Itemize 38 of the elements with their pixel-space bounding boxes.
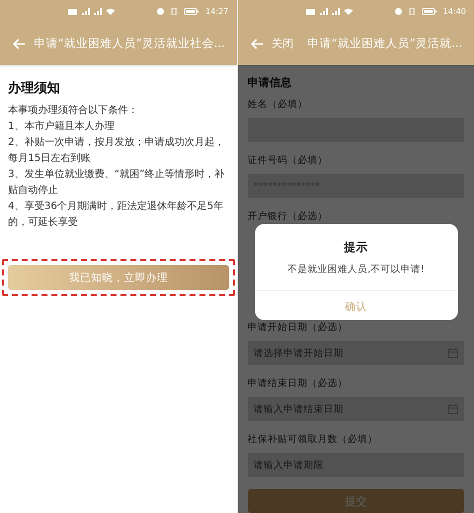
notice-text: 本事项办理须符合以下条件： [8,104,139,118]
wifi-icon [344,8,352,14]
field-label: 姓名（必填） [248,98,308,112]
notice-heading: 办理须知 [8,80,61,97]
field-label: 开户银行（必选） [248,210,328,224]
input-field[interactable]: 请选择申请开始日期 [248,341,464,365]
field-label: 申请结束日期（必选） [248,377,348,391]
confirm-button[interactable]: 我已知晓，立即办理 [8,265,228,290]
field-label: 申请开始日期（必选） [248,321,348,335]
page-title: 申请“就业困难人员”灵活就业社会... [34,36,225,51]
field-label: 证件号码（必填） [248,154,328,168]
status-time: 14:40 [442,6,466,16]
page-title: 申请“就业困难人员”灵活就... [308,36,462,51]
field-value: ************** [254,180,320,192]
field-placeholder: 请输入申请结束日期 [254,402,344,416]
notice-text: 1、本市户籍且本人办理 [8,120,116,134]
field-placeholder: 请输入申请期限 [254,458,324,472]
notice-text: 3、发生单位就业缴费、“就困”终止等情形时，补贴自动停止 [8,168,226,198]
wifi-icon [106,8,115,14]
dialog-title: 提示 [344,240,368,255]
notice-text: 4、享受36个月期满时，距法定退休年龄不足5年的，可延长享受 [8,200,224,230]
input-field[interactable]: 请输入申请结束日期 [248,397,464,421]
back-icon [250,38,264,50]
status-time: 14:27 [205,6,228,16]
calendar-icon [448,404,458,414]
input-field[interactable]: ************** [248,174,464,198]
calendar-icon [448,348,458,358]
input-field[interactable]: 请输入申请期限 [248,453,464,477]
close-button[interactable]: 关闭 [272,36,300,51]
dialog-message: 不是就业困难人员,不可以申请! [288,263,424,276]
back-icon [12,38,26,50]
confirm-button[interactable]: 确认 [333,297,379,317]
battery-icon [184,8,200,14]
form-heading: 申请信息 [248,75,292,90]
field-placeholder: 请选择申请开始日期 [254,346,344,360]
notice-text: 2、补贴一次申请，按月发放；申请成功次月起，每月15日左右到账 [8,136,226,166]
battery-icon [422,8,437,14]
field-label: 社保补贴可领取月数（必填） [248,433,378,447]
